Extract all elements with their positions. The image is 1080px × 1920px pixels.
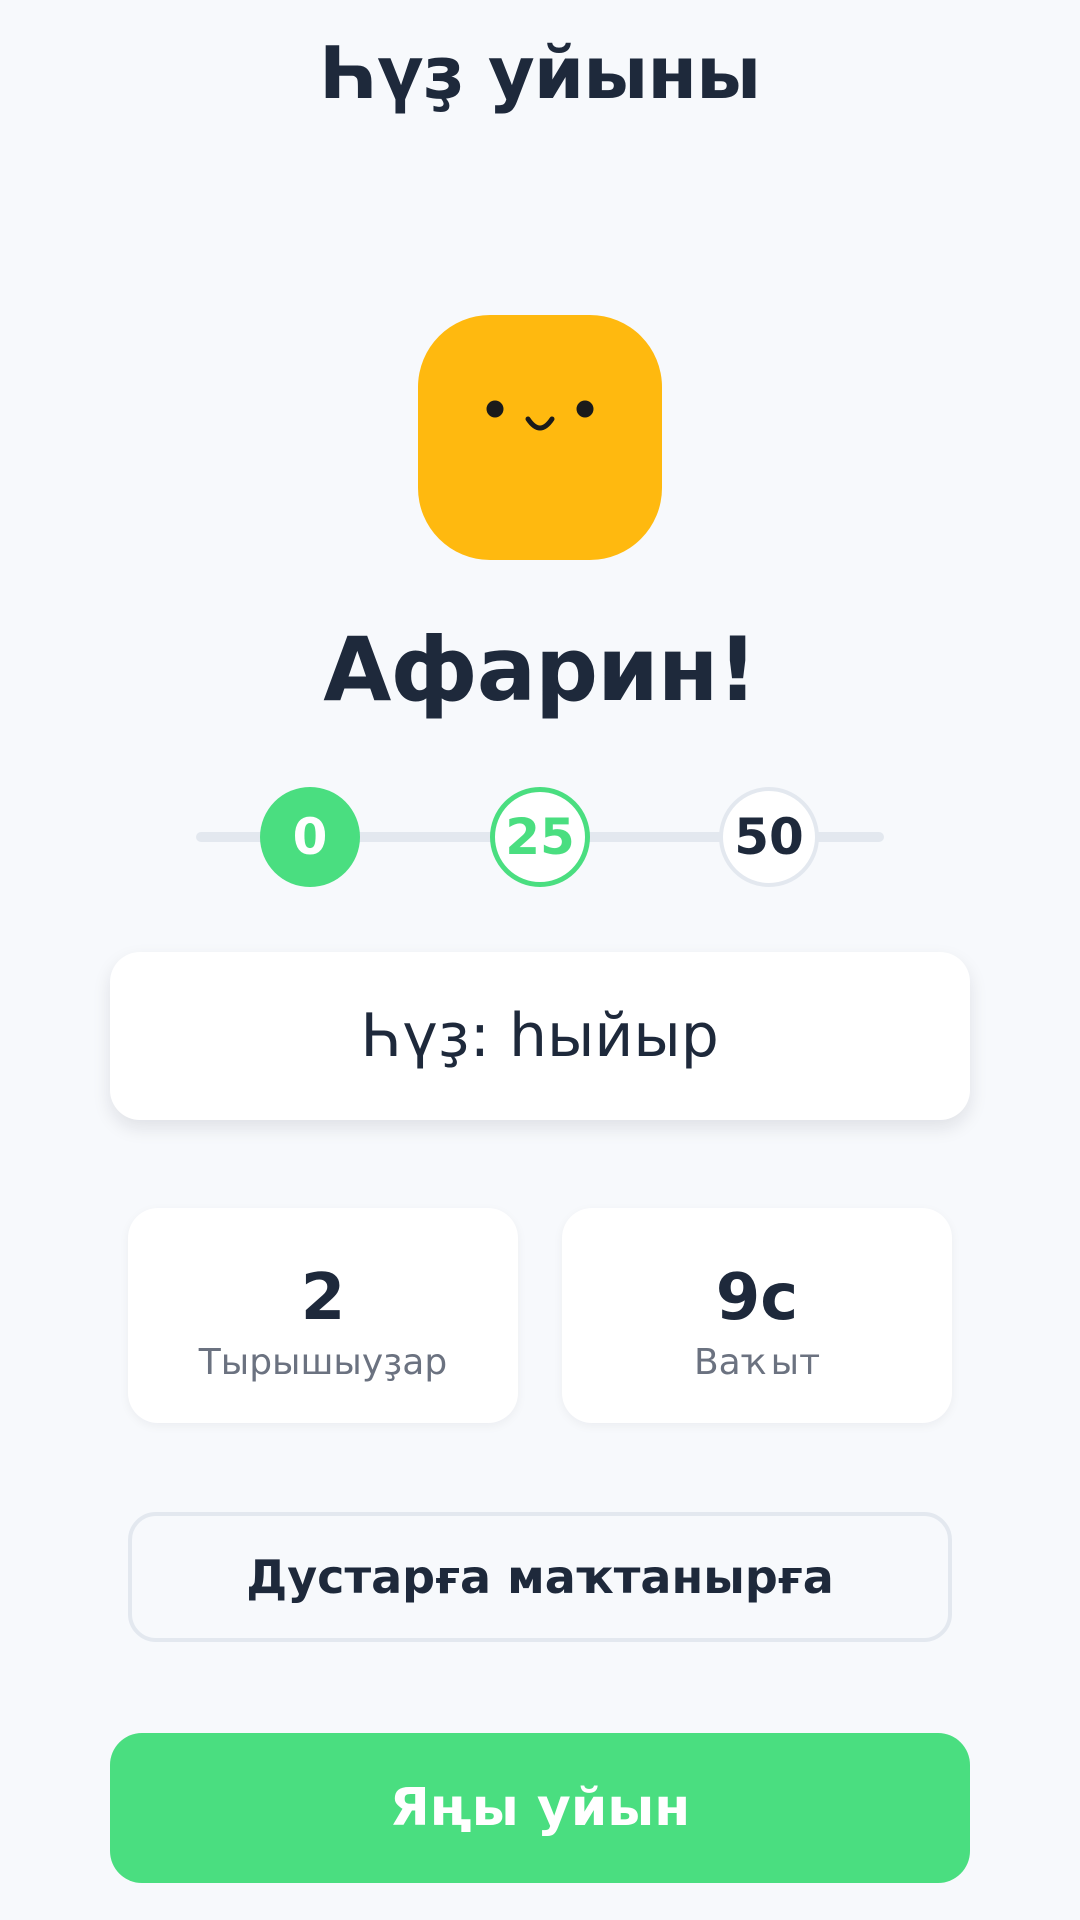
result-headline: Афарин! bbox=[323, 618, 757, 721]
progress-step-50: 50 bbox=[719, 787, 819, 887]
mascot bbox=[418, 315, 662, 560]
progress-step-0: 0 bbox=[260, 787, 360, 887]
time-label: Ваҡыт bbox=[693, 1342, 821, 1383]
attempts-label: Тырышыуҙар bbox=[198, 1342, 448, 1383]
attempts-value: 2 bbox=[300, 1261, 346, 1335]
smiley-face-icon bbox=[486, 400, 594, 431]
time-stat-card: 9с Ваҡыт bbox=[562, 1208, 952, 1423]
page-title: Һүҙ уйыны bbox=[319, 31, 761, 115]
new-game-button[interactable]: Яңы уйын bbox=[110, 1733, 970, 1883]
word-card: Һүҙ: һыйыр bbox=[110, 952, 970, 1120]
attempts-stat-card: 2 Тырышыуҙар bbox=[128, 1208, 518, 1423]
progress-step-25: 25 bbox=[490, 787, 590, 887]
share-button[interactable]: Дустарға маҡтанырға bbox=[128, 1512, 952, 1642]
time-value: 9с bbox=[715, 1261, 799, 1335]
